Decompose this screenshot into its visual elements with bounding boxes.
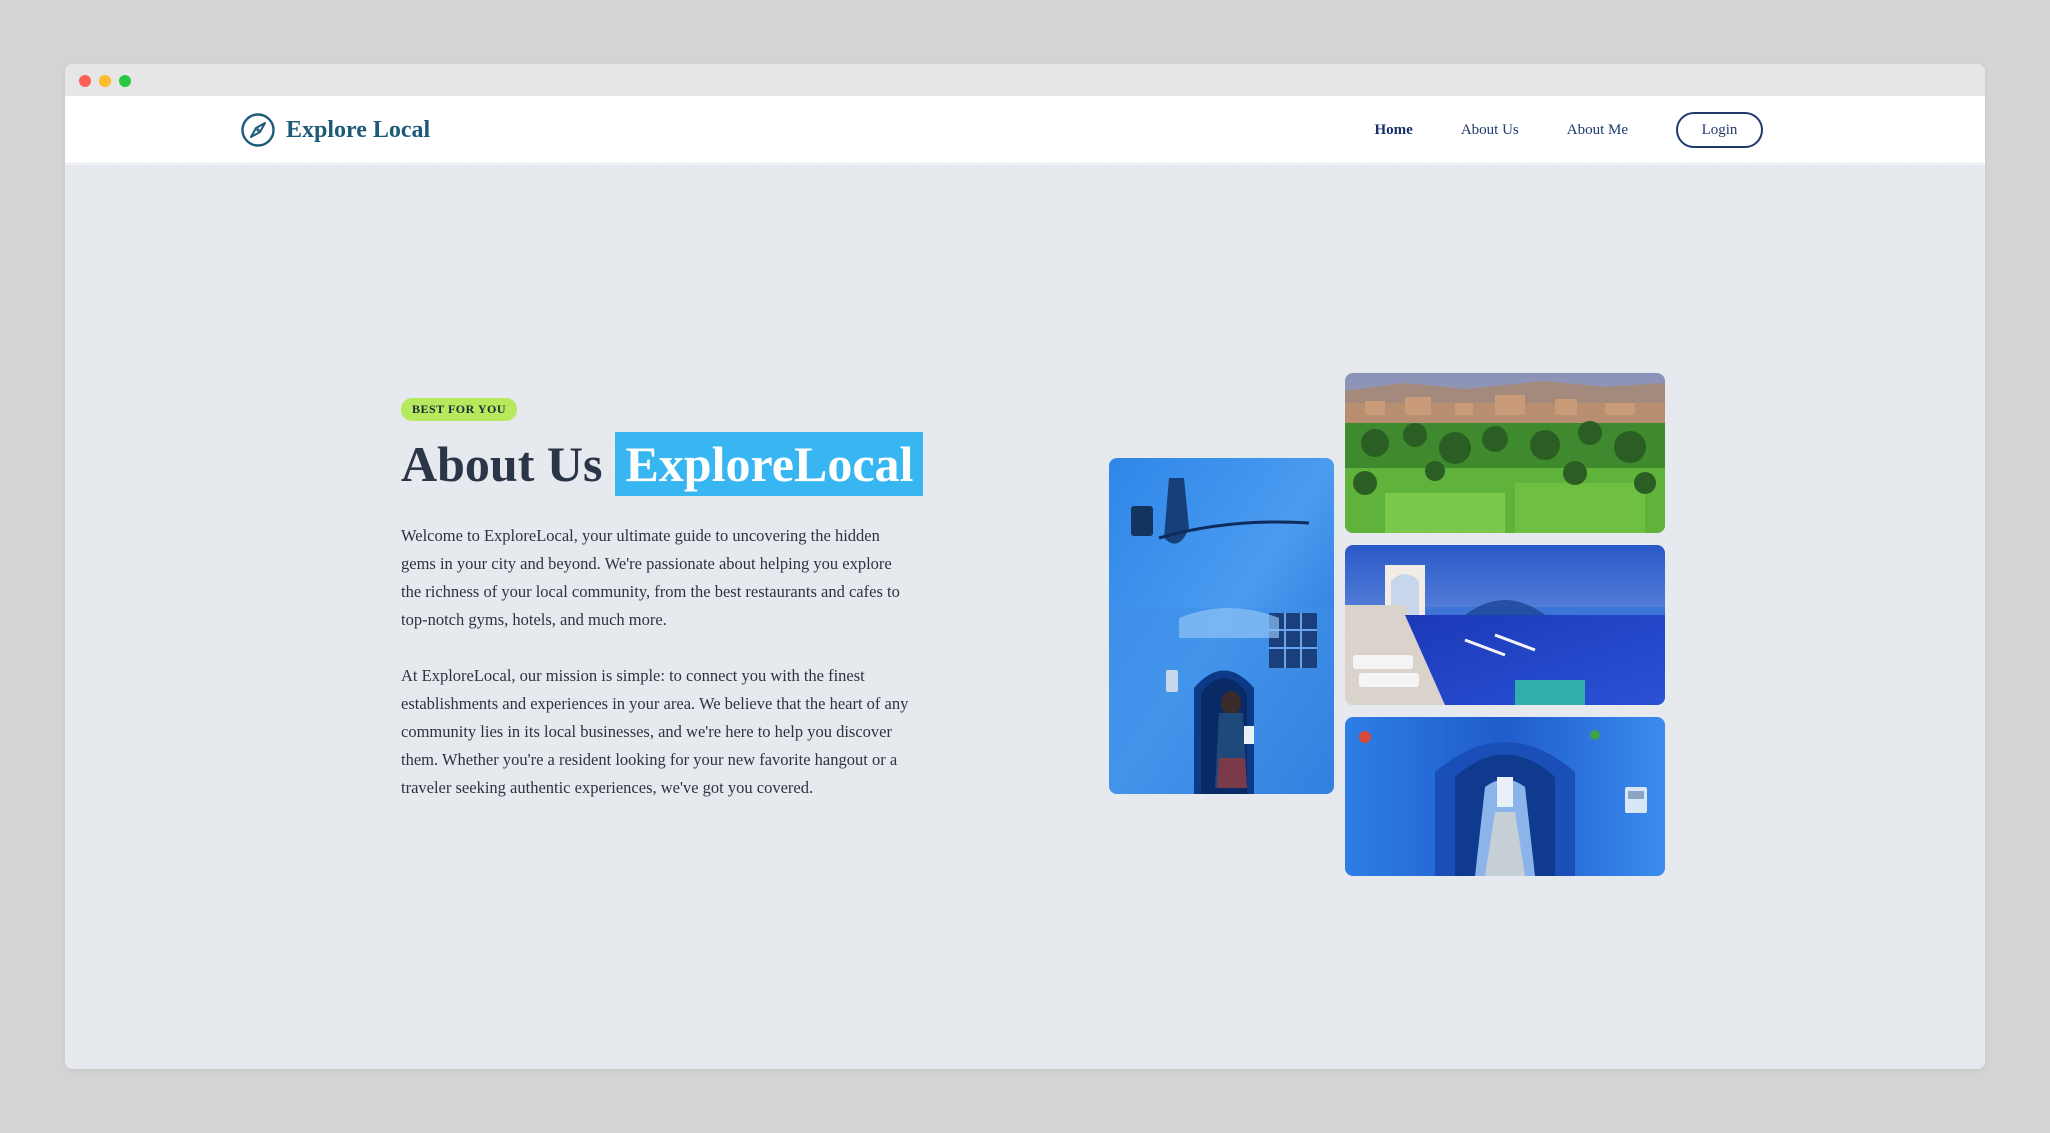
brand-name: Explore Local xyxy=(286,116,431,143)
infinity-pool-photo xyxy=(1345,545,1665,705)
maximize-window-dot[interactable] xyxy=(119,75,131,87)
page-content: BEST FOR YOU About Us ExploreLocal Welco… xyxy=(65,165,1985,1069)
page-title: About Us ExploreLocal xyxy=(401,432,924,496)
login-button[interactable]: Login xyxy=(1676,112,1763,148)
top-navbar: Explore Local Home About Us About Me Log… xyxy=(65,96,1985,164)
nav-home-link[interactable]: Home xyxy=(1375,122,1413,139)
browser-window: Explore Local Home About Us About Me Log… xyxy=(65,64,1985,1069)
minimize-window-dot[interactable] xyxy=(99,75,111,87)
main-nav: Home About Us About Me Login xyxy=(1375,96,1763,164)
photo-gallery xyxy=(1109,373,1665,876)
brand-logo[interactable]: Explore Local xyxy=(240,111,430,149)
intro-paragraph: Welcome to ExploreLocal, your ultimate g… xyxy=(401,526,900,629)
best-for-you-badge: BEST FOR YOU xyxy=(401,398,518,421)
about-section: BEST FOR YOU About Us ExploreLocal Welco… xyxy=(401,395,924,802)
blue-alley-arch-photo xyxy=(1345,717,1665,876)
grid-pattern-background xyxy=(65,165,1985,1025)
title-plain: About Us xyxy=(401,436,603,492)
window-titlebar xyxy=(65,64,1985,96)
blue-doorway-photo xyxy=(1109,458,1334,794)
nav-about-us-link[interactable]: About Us xyxy=(1461,122,1519,139)
mission-paragraph: At ExploreLocal, our mission is simple: … xyxy=(401,666,909,797)
close-window-dot[interactable] xyxy=(79,75,91,87)
nav-about-me-link[interactable]: About Me xyxy=(1567,122,1628,139)
title-highlight: ExploreLocal xyxy=(615,432,924,496)
oasis-palms-photo xyxy=(1345,373,1665,533)
compass-icon xyxy=(240,112,276,148)
